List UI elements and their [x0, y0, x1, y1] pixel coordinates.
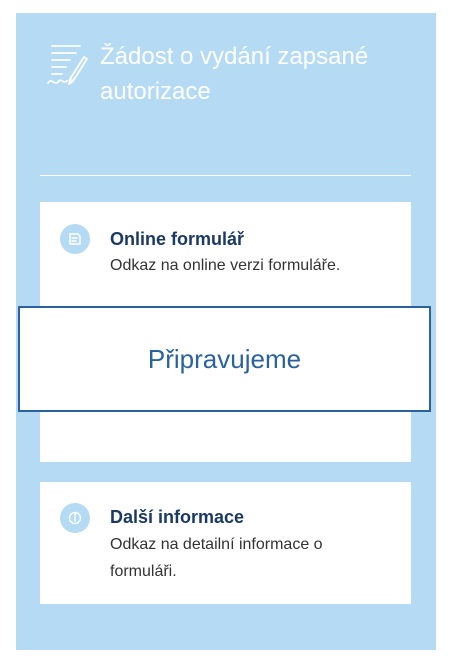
coming-soon-label: Připravujeme	[147, 344, 302, 374]
form-signature-icon	[46, 43, 88, 87]
online-form-title[interactable]: Online formulář	[110, 227, 244, 251]
page-title: Žádost o vydání zapsané autorizace	[100, 43, 369, 105]
info-icon	[60, 503, 90, 533]
panel-header: Žádost o vydání zapsané autorizace	[44, 39, 414, 119]
online-form-icon	[60, 224, 90, 254]
header-divider	[40, 175, 411, 176]
coming-soon-overlay: Připravujeme	[18, 306, 431, 412]
more-info-description: Odkaz na detailní informace o formuláři.	[110, 536, 323, 580]
more-info-title[interactable]: Další informace	[110, 505, 244, 529]
more-info-card[interactable]: Další informace Odkaz na detailní inform…	[40, 482, 411, 604]
online-form-description: Odkaz na online verzi formuláře.	[110, 257, 341, 274]
